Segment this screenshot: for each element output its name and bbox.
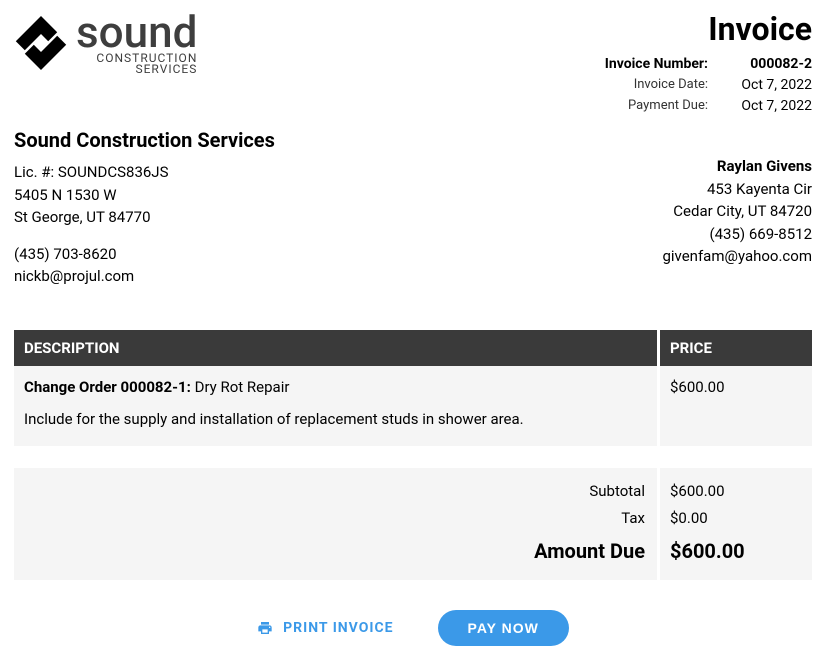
pay-now-button[interactable]: PAY NOW xyxy=(438,610,569,646)
totals-block: Subtotal Tax Amount Due $600.00 $0.00 $6… xyxy=(14,468,812,581)
from-phone: (435) 703-8620 xyxy=(14,243,275,266)
print-invoice-button[interactable]: PRINT INVOICE xyxy=(257,620,393,636)
invoice-date: Oct 7, 2022 xyxy=(732,75,812,96)
tax-label: Tax xyxy=(26,505,645,533)
from-email: nickb@projul.com xyxy=(14,265,275,288)
line-title-bold: Change Order 000082-1: xyxy=(24,378,191,396)
to-name: Raylan Givens xyxy=(662,155,812,178)
from-city: St George, UT 84770 xyxy=(14,206,275,229)
subtotal-label: Subtotal xyxy=(26,478,645,506)
tax-value: $0.00 xyxy=(670,505,802,533)
payment-due-label: Payment Due: xyxy=(628,96,708,117)
amount-due-value: $600.00 xyxy=(670,533,802,570)
actions-bar: PRINT INVOICE PAY NOW xyxy=(14,610,812,646)
line-items-table: DESCRIPTION PRICE Change Order 000082-1:… xyxy=(14,330,812,446)
print-icon xyxy=(257,620,273,636)
header-price: PRICE xyxy=(657,330,812,366)
from-block: Sound Construction Services Lic. #: SOUN… xyxy=(14,125,275,288)
invoice-number: 000082-2 xyxy=(732,54,812,75)
amount-due-label: Amount Due xyxy=(26,533,645,570)
line-detail: Include for the supply and installation … xyxy=(24,410,647,428)
subtotal-value: $600.00 xyxy=(670,478,802,506)
line-price: $600.00 xyxy=(657,366,812,446)
from-street: 5405 N 1530 W xyxy=(14,184,275,207)
invoice-date-label: Invoice Date: xyxy=(634,75,708,96)
company-logo: sound CONSTRUCTION SERVICES xyxy=(14,10,197,76)
header-description: DESCRIPTION xyxy=(14,330,657,366)
invoice-number-label: Invoice Number: xyxy=(605,54,708,75)
line-title-rest: Dry Rot Repair xyxy=(191,378,290,396)
table-row: Change Order 000082-1: Dry Rot Repair In… xyxy=(14,366,812,446)
logo-word: sound xyxy=(76,10,197,54)
to-street: 453 Kayenta Cir xyxy=(662,178,812,201)
print-label: PRINT INVOICE xyxy=(283,620,393,636)
from-company: Sound Construction Services xyxy=(14,125,275,155)
logo-icon xyxy=(14,14,68,72)
to-city: Cedar City, UT 84720 xyxy=(662,200,812,223)
from-license: Lic. #: SOUNDCS836JS xyxy=(14,161,275,184)
to-email: givenfam@yahoo.com xyxy=(662,245,812,268)
logo-subtext-2: SERVICES xyxy=(76,63,197,76)
to-phone: (435) 669-8512 xyxy=(662,223,812,246)
invoice-title: Invoice xyxy=(605,10,812,48)
line-title: Change Order 000082-1: Dry Rot Repair xyxy=(24,378,647,396)
payment-due-date: Oct 7, 2022 xyxy=(732,96,812,117)
to-block: Raylan Givens 453 Kayenta Cir Cedar City… xyxy=(662,155,812,288)
invoice-meta: Invoice Invoice Number: 000082-2 Invoice… xyxy=(605,10,812,117)
